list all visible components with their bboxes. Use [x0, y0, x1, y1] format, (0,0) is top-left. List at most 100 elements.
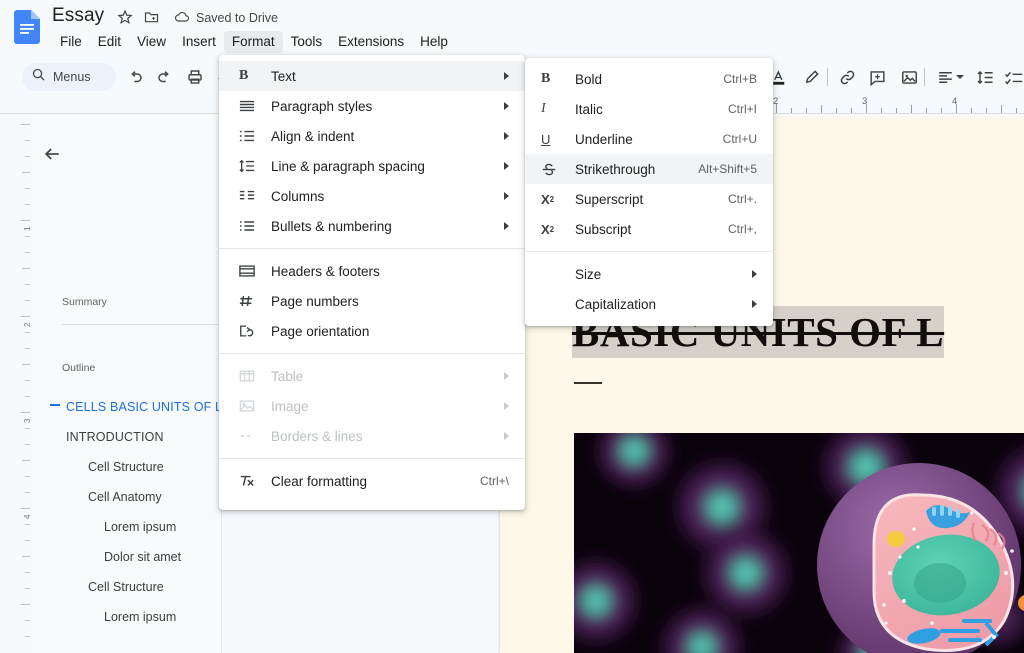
- outline-item-cells-basic-units-of-life[interactable]: CELLS BASIC UNITS OF LIFE: [30, 392, 242, 422]
- insert-image-button[interactable]: [896, 64, 922, 90]
- text-submenu-item-strikethrough[interactable]: Strikethrough Alt+Shift+5: [525, 154, 773, 184]
- menu-item-label: Text: [271, 68, 296, 84]
- undo-button[interactable]: [122, 64, 148, 90]
- menu-format[interactable]: Format: [223, 31, 283, 53]
- menu-item-label: Underline: [575, 131, 633, 147]
- submenu-arrow-icon: [504, 132, 509, 140]
- outline-list: CELLS BASIC UNITS OF LIFE INTRODUCTION C…: [30, 392, 242, 632]
- headers-footers-icon: [239, 262, 261, 280]
- italic-icon: I: [541, 101, 546, 116]
- text-submenu-item-italic[interactable]: I Italic Ctrl+I: [525, 94, 773, 124]
- menu-item-shortcut: Ctrl+I: [727, 102, 757, 116]
- menu-item-label: Line & paragraph spacing: [271, 158, 425, 174]
- chevron-down-icon: [956, 75, 964, 79]
- menu-extensions[interactable]: Extensions: [330, 31, 412, 53]
- outline-item-label: Dolor sit amet: [104, 550, 182, 564]
- menu-tools[interactable]: Tools: [283, 31, 331, 53]
- submenu-arrow-icon: [504, 192, 509, 200]
- move-to-folder-icon[interactable]: [143, 9, 160, 30]
- text-submenu-item-size[interactable]: Size: [525, 259, 773, 289]
- image-icon: [239, 397, 261, 415]
- menu-insert[interactable]: Insert: [174, 31, 224, 53]
- subscript-icon: X2: [541, 221, 555, 237]
- submenu-arrow-icon: [752, 300, 757, 308]
- format-menu-item-borders-lines: Borders & lines: [219, 421, 525, 451]
- format-menu-item-headers-footers[interactable]: Headers & footers: [219, 256, 525, 286]
- outline-item-lorem-ipsum-2[interactable]: Lorem ipsum: [30, 602, 222, 632]
- back-arrow-icon[interactable]: [38, 140, 66, 168]
- document-title[interactable]: Essay: [52, 5, 104, 27]
- star-icon[interactable]: [117, 9, 133, 30]
- text-submenu: B Bold Ctrl+B I Italic Ctrl+I U Underlin…: [525, 58, 773, 326]
- checklist-button[interactable]: [1000, 64, 1024, 90]
- text-submenu-item-subscript[interactable]: X2 Subscript Ctrl+,: [525, 214, 773, 244]
- outline-item-cell-anatomy[interactable]: Cell Anatomy: [30, 482, 222, 512]
- outline-item-label: INTRODUCTION: [66, 430, 164, 444]
- bold-b-icon: B: [239, 68, 249, 83]
- menu-item-label: Align & indent: [271, 128, 355, 144]
- align-indent-icon: [239, 127, 261, 145]
- outline-item-lorem-ipsum-1[interactable]: Lorem ipsum: [30, 512, 222, 542]
- format-menu-item-paragraph-styles[interactable]: Paragraph styles: [219, 91, 525, 121]
- format-menu-item-bullets-numbering[interactable]: Bullets & numbering: [219, 211, 525, 241]
- menu-item-shortcut: Alt+Shift+5: [698, 162, 757, 176]
- menu-item-label: Page numbers: [271, 293, 359, 309]
- format-menu-item-align-indent[interactable]: Align & indent: [219, 121, 525, 151]
- menu-item-label: Italic: [575, 101, 603, 117]
- strikethrough-icon: [541, 160, 563, 178]
- animal-cell-illustration[interactable]: [574, 433, 1024, 653]
- paragraph-styles-icon: [239, 97, 261, 115]
- outline-item-label: Cell Anatomy: [88, 490, 162, 504]
- highlight-color-button[interactable]: [798, 64, 824, 90]
- page-orientation-icon: [239, 322, 261, 340]
- submenu-arrow-icon: [504, 162, 509, 170]
- outline-item-label: Lorem ipsum: [104, 610, 177, 624]
- add-comment-button[interactable]: [864, 64, 890, 90]
- superscript-icon: X2: [541, 191, 555, 207]
- page-numbers-icon: [239, 292, 261, 310]
- print-button[interactable]: [182, 64, 208, 90]
- format-menu-item-line-paragraph-spacing[interactable]: Line & paragraph spacing: [219, 151, 525, 181]
- insert-link-button[interactable]: [834, 64, 860, 90]
- document-rule: [574, 382, 602, 384]
- bullets-numbering-icon: [239, 217, 261, 235]
- menu-edit[interactable]: Edit: [90, 31, 129, 53]
- collapse-icon[interactable]: [50, 404, 60, 406]
- outline-label: Outline: [62, 362, 96, 374]
- outline-item-introduction[interactable]: INTRODUCTION: [30, 422, 222, 452]
- text-submenu-item-bold[interactable]: B Bold Ctrl+B: [525, 64, 773, 94]
- format-dropdown-menu: B Text Paragraph styles Align & indent L: [219, 55, 525, 510]
- text-submenu-item-superscript[interactable]: X2 Superscript Ctrl+.: [525, 184, 773, 214]
- format-menu-item-clear-formatting[interactable]: Clear formatting Ctrl+\: [219, 466, 525, 496]
- submenu-arrow-icon: [752, 270, 757, 278]
- menu-item-label: Bullets & numbering: [271, 218, 392, 234]
- format-menu-item-columns[interactable]: Columns: [219, 181, 525, 211]
- redo-button[interactable]: [152, 64, 178, 90]
- menu-item-label: Borders & lines: [271, 428, 363, 444]
- text-submenu-item-capitalization[interactable]: Capitalization: [525, 289, 773, 319]
- line-spacing-button[interactable]: [972, 64, 998, 90]
- outline-item-dolor-sit-amet[interactable]: Dolor sit amet: [30, 542, 222, 572]
- menu-view[interactable]: View: [129, 31, 174, 53]
- text-submenu-item-underline[interactable]: U Underline Ctrl+U: [525, 124, 773, 154]
- menu-item-label: Strikethrough: [575, 161, 656, 177]
- outline-item-cell-structure-2[interactable]: Cell Structure: [30, 572, 222, 602]
- format-menu-item-text[interactable]: B Text: [219, 61, 525, 91]
- menu-divider: [219, 248, 525, 249]
- columns-icon: [239, 187, 261, 205]
- borders-lines-icon: [239, 427, 261, 445]
- format-menu-item-page-orientation[interactable]: Page orientation: [219, 316, 525, 346]
- menu-help[interactable]: Help: [412, 31, 456, 53]
- align-button[interactable]: [932, 64, 966, 90]
- vertical-ruler[interactable]: 1 2 3 4: [14, 116, 32, 653]
- submenu-arrow-icon: [504, 102, 509, 110]
- menu-divider-2: [219, 353, 525, 354]
- format-menu-item-page-numbers[interactable]: Page numbers: [219, 286, 525, 316]
- save-status: Saved to Drive: [196, 11, 278, 25]
- outline-item-cell-structure-1[interactable]: Cell Structure: [30, 452, 222, 482]
- menu-file[interactable]: File: [52, 31, 90, 53]
- menu-item-shortcut: Ctrl+,: [727, 222, 757, 236]
- google-docs-logo[interactable]: [14, 10, 40, 44]
- menus-search-button[interactable]: Menus: [22, 63, 116, 91]
- format-menu-item-table: Table: [219, 361, 525, 391]
